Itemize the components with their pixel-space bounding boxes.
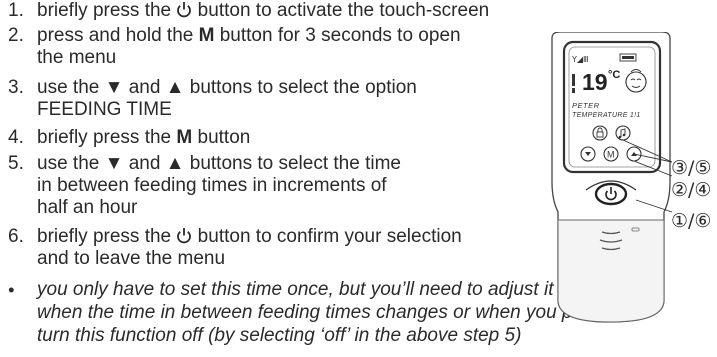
step-number: 5. xyxy=(8,153,24,174)
screen-temperature: 19 xyxy=(582,69,608,95)
m-button-ref: M xyxy=(176,127,193,148)
device-illustration: Y◢Ⅲ 19 °C PETER TEMPERATURE 1!1 M ③/⑤ ②/… xyxy=(551,32,711,323)
step-number: 2. xyxy=(8,25,24,46)
step-number: 1. xyxy=(8,0,24,21)
step-number: 3. xyxy=(8,77,24,98)
callout-1-6: ①/⑥ xyxy=(671,210,711,232)
step-text-end: button for 3 seconds to open xyxy=(214,25,461,46)
step-text: press and hold the xyxy=(37,25,199,46)
screen-label: TEMPERATURE 1!1 xyxy=(572,112,641,119)
m-button-ref: M xyxy=(198,25,215,46)
step-number: 4. xyxy=(8,127,24,148)
screen-name: PETER xyxy=(572,101,600,110)
svg-text:M: M xyxy=(607,150,615,160)
callout-2-4: ②/④ xyxy=(671,179,711,201)
power-icon xyxy=(177,2,192,18)
step-text-end: button to activate the touch-screen xyxy=(192,0,490,21)
step-text: briefly press the xyxy=(37,0,177,21)
power-icon xyxy=(177,228,192,244)
screen-temperature-unit: °C xyxy=(608,69,620,81)
step-number: 6. xyxy=(8,226,24,247)
status-icons: Y◢Ⅲ xyxy=(571,55,589,64)
step-text: use the ▼ and ▲ buttons to select the op… xyxy=(37,77,417,98)
callout-3-5: ③/⑤ xyxy=(671,157,711,179)
bullet: • xyxy=(8,280,15,300)
step-text: use the ▼ and ▲ buttons to select the ti… xyxy=(37,153,401,174)
